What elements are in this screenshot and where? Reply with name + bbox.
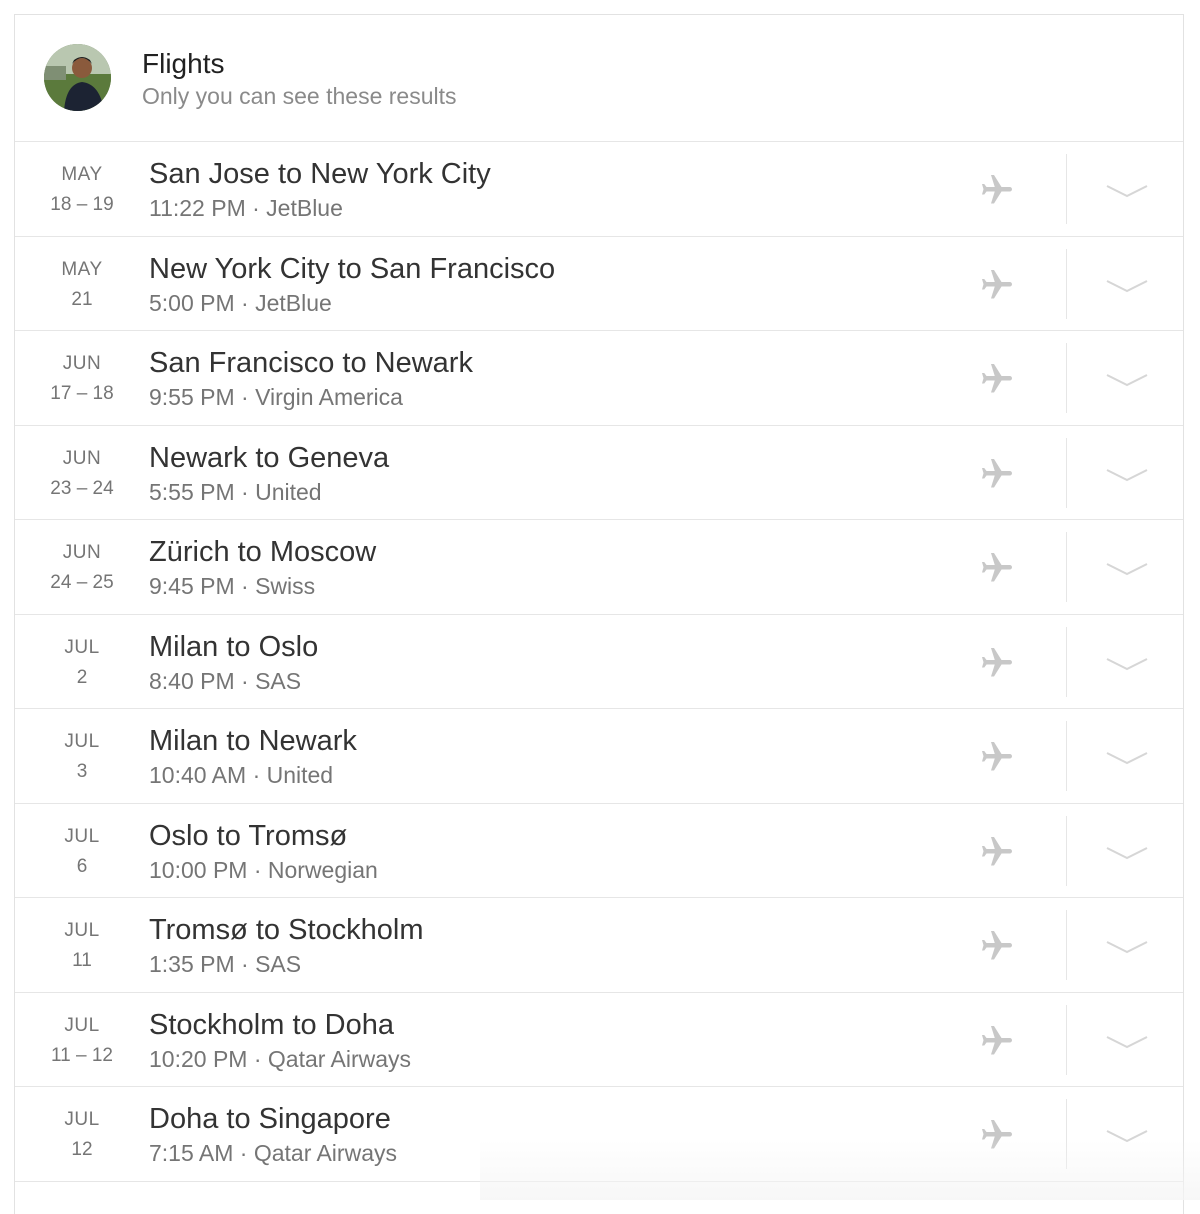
flight-days: 17 – 18 (50, 383, 114, 404)
flight-row[interactable]: JUL 12 Doha to Singapore 7:15 AM · Qatar… (15, 1087, 1183, 1182)
flight-route: Milan to Oslo (149, 630, 319, 663)
airplane-icon (982, 1120, 1012, 1149)
chevron-down-icon[interactable] (1105, 275, 1149, 297)
airplane-icon (982, 931, 1012, 960)
flight-days: 6 (76, 855, 88, 877)
flight-row[interactable]: JUN 17 – 18 San Francisco to Newark 9:55… (15, 331, 1183, 426)
flight-row[interactable]: JUL 11 – 12 Stockholm to Doha 10:20 PM ·… (15, 993, 1183, 1087)
flight-detail: 5:00 PM · JetBlue (149, 289, 332, 316)
user-avatar[interactable] (44, 44, 111, 111)
flight-days: 2 (76, 666, 88, 688)
airplane-icon (982, 269, 1012, 298)
page-subtitle: Only you can see these results (142, 83, 457, 109)
airplane-icon (982, 175, 1012, 204)
flight-month: JUN (62, 542, 102, 563)
flight-route: Stockholm to Doha (149, 1008, 395, 1041)
airplane-icon (982, 553, 1012, 582)
flight-days: 11 (72, 950, 92, 971)
flight-month: JUL (64, 920, 100, 941)
flight-month: JUL (64, 636, 100, 658)
chevron-down-icon[interactable] (1105, 180, 1149, 202)
row-divider (1066, 1099, 1067, 1169)
flight-row[interactable]: JUN 23 – 24 Newark to Geneva 5:55 PM · U… (15, 426, 1183, 520)
flight-days: 24 – 25 (50, 572, 114, 593)
row-divider (1066, 626, 1067, 697)
row-divider (1066, 815, 1067, 886)
flight-row[interactable]: JUL 6 Oslo to Tromsø 10:00 PM · Norwegia… (15, 804, 1183, 898)
flight-route: New York City to San Francisco (149, 252, 556, 285)
flight-month: JUL (64, 1109, 100, 1130)
flight-detail: 1:35 PM · SAS (149, 951, 302, 977)
flight-days: 21 (71, 288, 93, 310)
flight-detail: 5:55 PM · United (149, 478, 322, 505)
row-divider (1066, 1004, 1067, 1075)
flight-route: Zürich to Moscow (149, 536, 377, 568)
airplane-icon (982, 458, 1012, 487)
chevron-down-icon[interactable] (1105, 464, 1149, 486)
flight-month: JUL (64, 731, 100, 752)
page-title: Flights (142, 48, 225, 79)
airplane-icon (982, 742, 1012, 771)
flight-list: MAY 18 – 19 San Jose to New York City 11… (15, 142, 1183, 1182)
chevron-down-icon[interactable] (1105, 1031, 1149, 1053)
airplane-icon (982, 647, 1012, 676)
flight-detail: 8:40 PM · SAS (149, 667, 302, 694)
flight-route: Milan to Newark (149, 725, 357, 757)
flight-month: JUN (62, 353, 102, 374)
flight-detail: 7:15 AM · Qatar Airways (149, 1140, 397, 1166)
row-divider (1066, 910, 1067, 980)
airplane-icon (982, 364, 1012, 393)
flight-route: San Francisco to Newark (149, 347, 473, 379)
flight-days: 11 – 12 (51, 1044, 113, 1066)
flight-route: Tromsø to Stockholm (149, 914, 424, 946)
flight-detail: 10:40 AM · United (149, 762, 334, 788)
flight-days: 12 (71, 1139, 93, 1160)
flight-row[interactable]: JUN 24 – 25 Zürich to Moscow 9:45 PM · S… (15, 520, 1183, 615)
airplane-icon (982, 1025, 1012, 1054)
avatar-photo (44, 44, 111, 111)
row-divider (1066, 437, 1067, 508)
card-header: Flights Only you can see these results (15, 15, 1183, 142)
flight-route: Doha to Singapore (149, 1103, 391, 1135)
chevron-down-icon[interactable] (1105, 558, 1149, 580)
flight-detail: 9:45 PM · Swiss (149, 573, 316, 599)
flight-detail: 11:22 PM · JetBlue (149, 195, 343, 221)
flights-card: Flights Only you can see these results M… (14, 14, 1184, 1214)
flight-month: JUN (62, 447, 102, 469)
row-divider (1066, 343, 1067, 413)
flight-month: MAY (61, 258, 103, 280)
flight-row[interactable]: JUL 3 Milan to Newark 10:40 AM · United (15, 709, 1183, 804)
chevron-down-icon[interactable] (1105, 747, 1149, 769)
row-divider (1066, 721, 1067, 791)
flight-month: MAY (61, 164, 103, 185)
flight-row[interactable]: MAY 18 – 19 San Jose to New York City 11… (15, 142, 1183, 237)
flight-row[interactable]: JUL 11 Tromsø to Stockholm 1:35 PM · SAS (15, 898, 1183, 993)
airplane-icon (982, 836, 1012, 865)
flight-days: 23 – 24 (50, 477, 114, 499)
row-divider (1066, 154, 1067, 224)
flight-row[interactable]: MAY 21 New York City to San Francisco 5:… (15, 237, 1183, 331)
flight-days: 3 (76, 761, 88, 782)
row-divider (1066, 248, 1067, 319)
flight-month: JUL (64, 825, 100, 847)
flight-detail: 9:55 PM · Virgin America (149, 384, 403, 410)
flight-detail: 10:00 PM · Norwegian (149, 856, 378, 883)
chevron-down-icon[interactable] (1105, 369, 1149, 391)
chevron-down-icon[interactable] (1105, 936, 1149, 958)
flight-route: Oslo to Tromsø (149, 819, 348, 852)
flight-month: JUL (64, 1014, 100, 1036)
chevron-down-icon[interactable] (1105, 653, 1149, 675)
chevron-down-icon[interactable] (1105, 842, 1149, 864)
row-divider (1066, 532, 1067, 602)
flight-detail: 10:20 PM · Qatar Airways (149, 1045, 412, 1072)
flight-row[interactable]: JUL 2 Milan to Oslo 8:40 PM · SAS (15, 615, 1183, 709)
flight-route: San Jose to New York City (149, 158, 491, 190)
chevron-down-icon[interactable] (1105, 1125, 1149, 1147)
flight-route: Newark to Geneva (149, 441, 390, 474)
flight-days: 18 – 19 (50, 194, 114, 215)
